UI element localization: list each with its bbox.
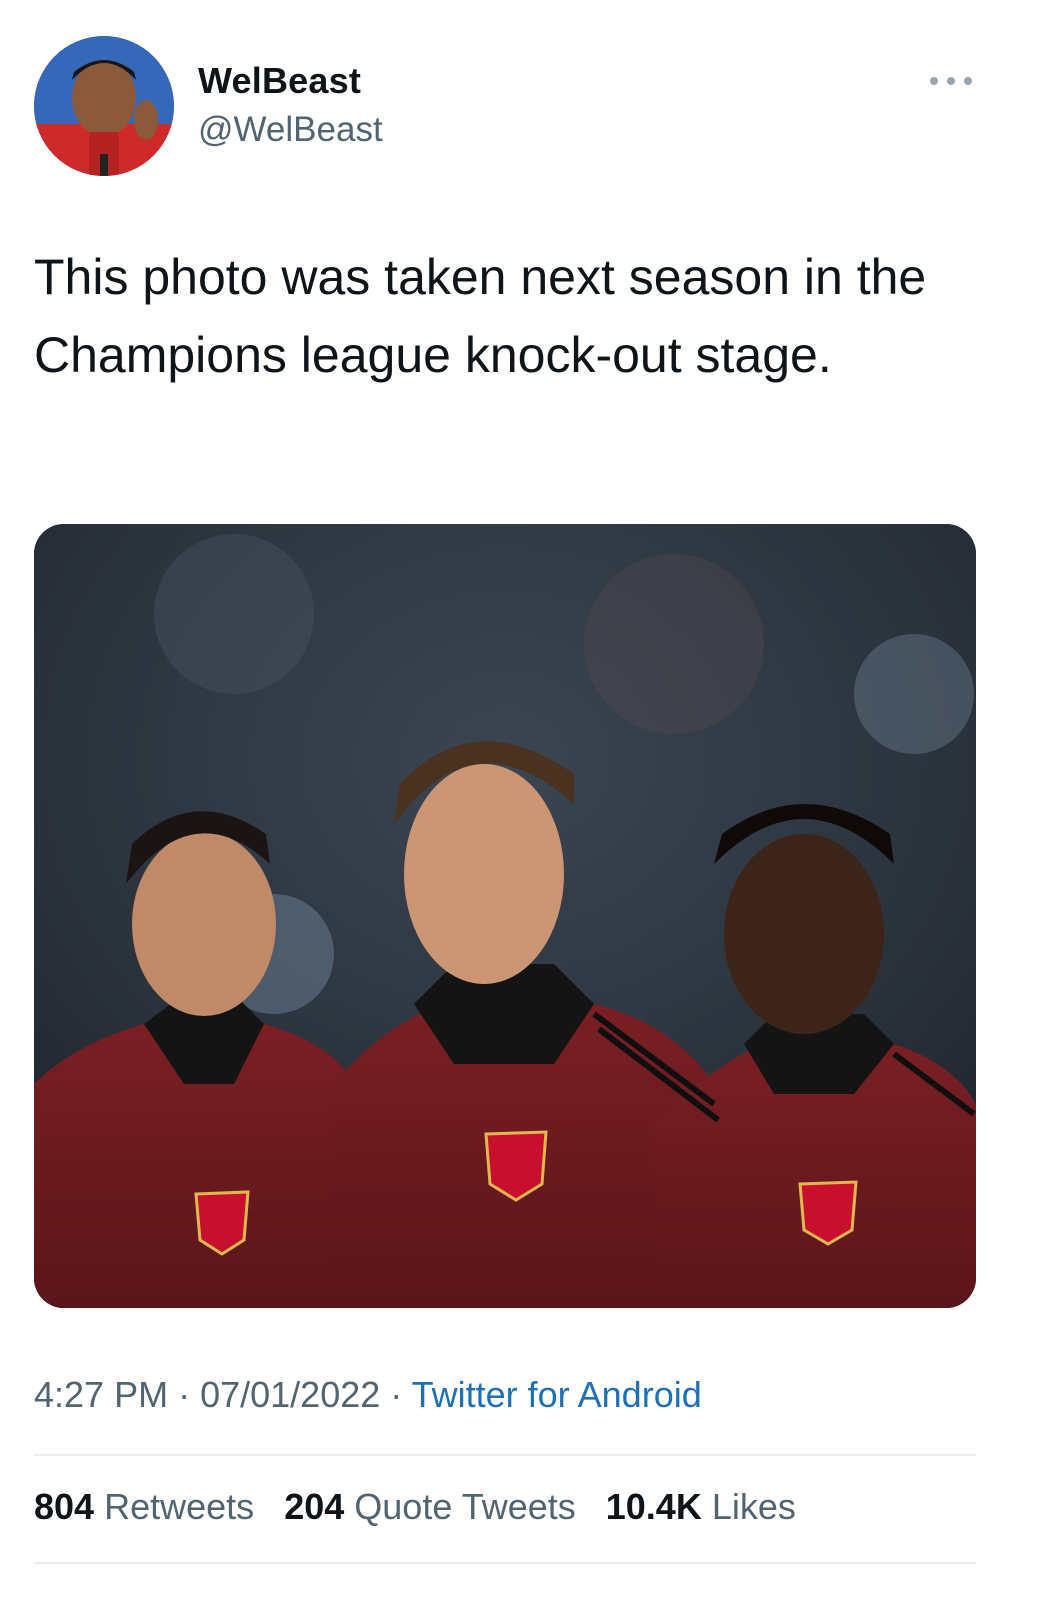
tweet-metadata: 4:27 PM · 07/01/2022 · Twitter for Andro… [34,1374,702,1416]
meta-separator: · [168,1374,201,1415]
likes-count: 10.4K [605,1486,702,1527]
tweet-photo[interactable] [34,524,976,1308]
user-avatar[interactable] [34,36,174,176]
tweet-source-link[interactable]: Twitter for Android [412,1374,702,1415]
tweet-date[interactable]: 07/01/2022 [200,1374,380,1415]
retweets-stat[interactable]: 804 Retweets [34,1486,264,1527]
likes-stat[interactable]: 10.4K Likes [606,1486,796,1527]
tweet-card: WelBeast @WelBeast This photo was taken … [0,0,1040,1610]
tweet-time[interactable]: 4:27 PM [34,1374,168,1415]
quote-tweets-count: 204 [284,1486,345,1527]
likes-label: Likes [711,1486,796,1527]
retweets-label: Retweets [104,1486,255,1527]
quote-tweets-stat[interactable]: 204 Quote Tweets [284,1486,586,1527]
tweet-stats: 804 Retweets 204 Quote Tweets 10.4K Like… [34,1486,816,1528]
more-options-icon[interactable] [926,66,976,96]
display-name[interactable]: WelBeast [198,60,361,102]
divider [34,1454,976,1456]
tweet-text: This photo was taken next season in the … [34,249,927,383]
user-handle[interactable]: @WelBeast [198,110,383,150]
retweets-count: 804 [34,1486,95,1527]
divider [34,1562,976,1564]
quote-tweets-label: Quote Tweets [354,1486,576,1527]
avatar-image [34,36,174,176]
meta-separator: · [380,1374,412,1415]
